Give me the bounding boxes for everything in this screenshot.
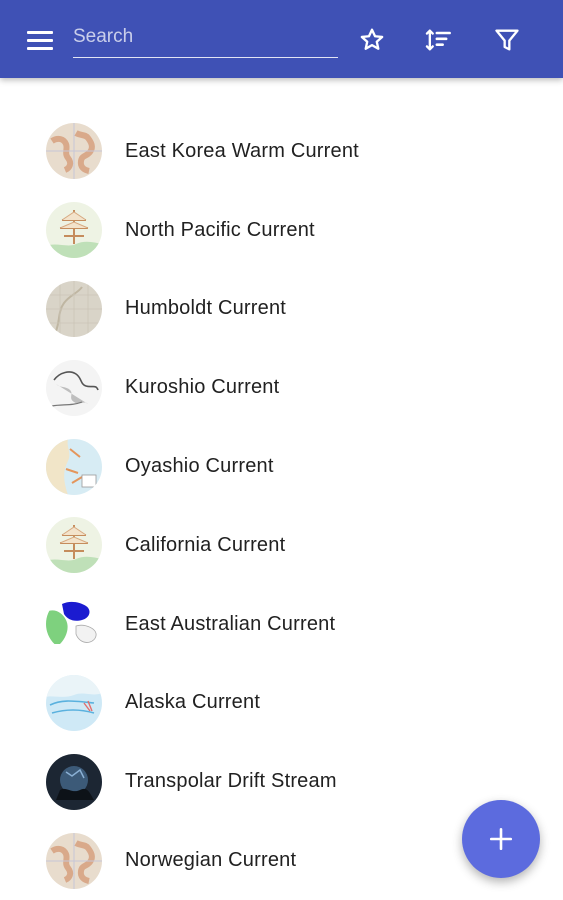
list-item[interactable]: Alaska Current	[0, 664, 563, 743]
list-item[interactable]: East Australian Current	[0, 585, 563, 664]
search-input[interactable]	[73, 18, 338, 56]
blue-ocean-map-thumbnail	[46, 674, 102, 731]
item-label: East Australian Current	[125, 612, 336, 635]
item-label: Humboldt Current	[125, 297, 287, 320]
item-label: East Korea Warm Current	[125, 139, 359, 162]
dark-polar-photo-thumbnail	[46, 753, 102, 810]
item-label: Kuroshio Current	[125, 376, 280, 399]
search-field	[73, 18, 338, 58]
list-item[interactable]: East Korea Warm Current	[0, 112, 563, 191]
sort-icon	[425, 29, 451, 51]
list-item[interactable]: Oyashio Current	[0, 427, 563, 506]
sailing-ship-map-thumbnail	[46, 517, 102, 574]
item-label: Transpolar Drift Stream	[125, 770, 337, 793]
plus-icon	[489, 827, 513, 851]
filter-button[interactable]	[487, 20, 527, 60]
grey-sketch-map-thumbnail	[46, 359, 102, 416]
menu-button[interactable]	[20, 22, 60, 58]
list-item[interactable]: Humboldt Current	[0, 270, 563, 349]
sailing-ship-map-thumbnail	[46, 202, 102, 259]
coastal-map-thumbnail	[46, 438, 102, 495]
world-map-thumbnail	[46, 123, 102, 180]
filter-icon	[495, 29, 519, 51]
list-item[interactable]: Kuroshio Current	[0, 348, 563, 427]
world-map-thumbnail	[46, 832, 102, 889]
list-item[interactable]: North Pacific Current	[0, 191, 563, 270]
star-outline-icon	[360, 28, 384, 50]
item-label: California Current	[125, 533, 286, 556]
item-label: Oyashio Current	[125, 455, 274, 478]
item-label: Norwegian Current	[125, 849, 297, 872]
old-map-thumbnail	[46, 280, 102, 337]
item-label: North Pacific Current	[125, 218, 315, 241]
add-button[interactable]	[462, 800, 540, 878]
favorites-button[interactable]	[352, 20, 392, 60]
current-list: East Korea Warm Current North Pacific Cu…	[0, 112, 563, 900]
list-item[interactable]: California Current	[0, 506, 563, 585]
sort-button[interactable]	[418, 20, 458, 60]
top-app-bar	[0, 0, 563, 78]
australia-map-thumbnail	[46, 596, 102, 653]
menu-icon	[27, 31, 53, 34]
item-label: Alaska Current	[125, 691, 261, 714]
